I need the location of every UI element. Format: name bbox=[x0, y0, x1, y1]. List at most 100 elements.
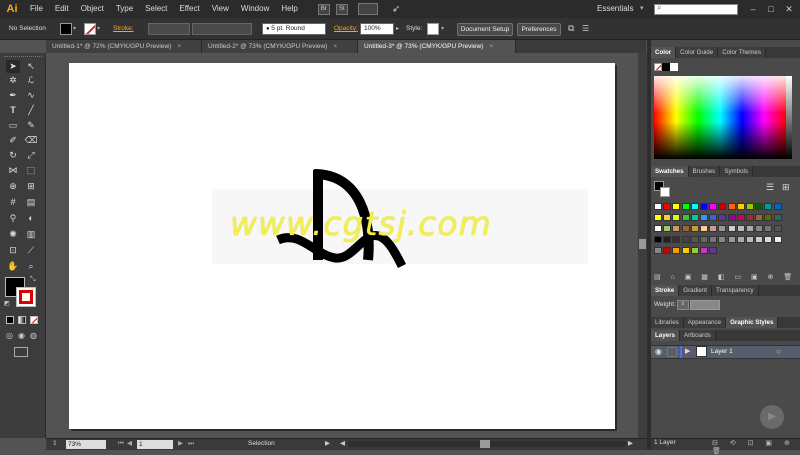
thumbnail-view-icon[interactable]: ⊞ bbox=[782, 182, 790, 193]
workspace-dropdown-icon[interactable]: ▾ bbox=[640, 0, 644, 18]
preferences-button[interactable]: Preferences bbox=[517, 23, 561, 36]
menu-file[interactable]: File bbox=[24, 0, 49, 18]
arrange-documents-icon[interactable] bbox=[357, 3, 378, 15]
tab-artboards[interactable]: Artboards bbox=[679, 330, 716, 341]
swatch-panel-footer-icons[interactable]: ▤ ⌂ ▣ ▦ ◧ ▭ ▣ ⊕ 🗑 bbox=[654, 273, 796, 281]
color-swatch[interactable] bbox=[690, 247, 699, 254]
color-swatch[interactable] bbox=[773, 225, 782, 232]
color-swatch[interactable] bbox=[773, 236, 782, 243]
play-overlay-icon[interactable]: ▶ bbox=[760, 405, 784, 429]
list-view-icon[interactable]: ☰ bbox=[766, 182, 774, 193]
tab-color-guide[interactable]: Color Guide bbox=[676, 47, 719, 58]
lasso-icon[interactable]: ℒ bbox=[24, 74, 38, 87]
selection-tool-icon[interactable]: ➤ bbox=[6, 60, 20, 73]
menu-object[interactable]: Object bbox=[75, 0, 110, 18]
color-swatch[interactable] bbox=[746, 225, 754, 232]
gradient-tool-icon[interactable]: ▤ bbox=[24, 196, 38, 209]
color-swatch[interactable] bbox=[709, 203, 718, 210]
color-swatch[interactable] bbox=[755, 225, 764, 232]
scale-tool-icon[interactable]: ⤢ bbox=[24, 149, 38, 162]
color-swatch[interactable] bbox=[764, 236, 773, 243]
target-circle-icon[interactable]: ○ bbox=[776, 347, 781, 356]
layers-footer-icons[interactable]: ⊟ ⟲ ⊡ ▣ ⊕ 🗑 bbox=[712, 439, 800, 455]
close-icon[interactable]: × bbox=[333, 40, 337, 53]
tab-stroke[interactable]: Stroke bbox=[651, 285, 680, 296]
color-swatch[interactable] bbox=[709, 247, 718, 254]
color-black-swatch[interactable] bbox=[662, 63, 670, 71]
menu-type[interactable]: Type bbox=[110, 0, 139, 18]
tab-swatches[interactable]: Swatches bbox=[651, 166, 689, 177]
symbol-sprayer-icon[interactable]: ✺ bbox=[6, 228, 20, 241]
menu-view[interactable]: View bbox=[206, 0, 235, 18]
color-swatch[interactable] bbox=[690, 214, 699, 221]
color-swatch[interactable] bbox=[773, 203, 782, 210]
direct-selection-icon[interactable]: ↖ bbox=[24, 60, 38, 73]
close-icon[interactable]: × bbox=[177, 40, 181, 53]
color-swatch[interactable] bbox=[727, 225, 736, 232]
tab-layers[interactable]: Layers bbox=[651, 330, 680, 341]
menu-help[interactable]: Help bbox=[275, 0, 303, 18]
toolbar-grip[interactable] bbox=[4, 56, 42, 59]
width-tool-icon[interactable]: ⋈ bbox=[6, 164, 20, 177]
tab-untitled-1[interactable]: Untitled-1* @ 72% (CMYK/GPU Preview) × bbox=[46, 40, 202, 53]
tab-appearance[interactable]: Appearance bbox=[683, 317, 727, 328]
opacity-arrow-icon[interactable]: ▸ bbox=[396, 25, 399, 32]
color-swatch[interactable] bbox=[709, 236, 718, 243]
color-swatch[interactable] bbox=[663, 247, 672, 254]
color-swatch[interactable] bbox=[690, 225, 699, 232]
type-tool-icon[interactable]: T bbox=[6, 104, 20, 117]
tab-color-themes[interactable]: Color Themes bbox=[718, 47, 766, 58]
horizontal-scroll-thumb[interactable] bbox=[480, 440, 490, 448]
draw-normal-icon[interactable]: ◎ bbox=[6, 331, 13, 340]
color-swatch[interactable] bbox=[746, 214, 754, 221]
gradient-mode-icon[interactable] bbox=[18, 316, 26, 324]
color-swatch[interactable] bbox=[672, 247, 681, 254]
color-swatch[interactable] bbox=[746, 236, 754, 243]
menu-edit[interactable]: Edit bbox=[49, 0, 75, 18]
color-swatch[interactable] bbox=[736, 236, 745, 243]
color-swatch[interactable] bbox=[764, 203, 773, 210]
last-artboard-icon[interactable]: ⏭ bbox=[188, 439, 194, 449]
color-swatch[interactable] bbox=[727, 214, 736, 221]
opacity-label[interactable]: Opacity: bbox=[334, 25, 358, 32]
color-swatch[interactable] bbox=[700, 214, 708, 221]
next-artboard-icon[interactable]: ▶ bbox=[178, 439, 183, 449]
share-icon[interactable]: ⇪ bbox=[52, 439, 57, 449]
stroke-weight-field[interactable] bbox=[148, 23, 190, 35]
color-swatch[interactable] bbox=[709, 214, 718, 221]
eyedropper-icon[interactable]: ⚲ bbox=[6, 212, 20, 225]
color-swatch[interactable] bbox=[755, 236, 764, 243]
color-mode-icon[interactable] bbox=[6, 316, 14, 324]
none-mode-icon[interactable] bbox=[30, 316, 38, 324]
color-swatch[interactable] bbox=[654, 247, 662, 254]
tab-untitled-2[interactable]: Untitled-2* @ 73% (CMYK/GPU Preview) × bbox=[202, 40, 358, 53]
gpu-rocket-icon[interactable]: ➶ bbox=[392, 4, 400, 15]
weight-stepper[interactable]: ⇕ bbox=[677, 300, 689, 310]
eraser-icon[interactable]: ⌫ bbox=[24, 134, 38, 147]
menu-effect[interactable]: Effect bbox=[173, 0, 205, 18]
color-swatch[interactable] bbox=[681, 214, 690, 221]
shape-builder-icon[interactable]: ⊕ bbox=[6, 180, 20, 193]
tab-gradient[interactable]: Gradient bbox=[679, 285, 712, 296]
color-swatch[interactable] bbox=[690, 203, 699, 210]
layer-name[interactable]: Layer 1 bbox=[711, 348, 733, 355]
free-transform-icon[interactable]: ⬚ bbox=[24, 164, 38, 177]
color-swatch[interactable] bbox=[764, 214, 773, 221]
close-icon[interactable]: ✕ bbox=[782, 2, 796, 16]
minimize-icon[interactable]: – bbox=[746, 2, 760, 16]
color-swatch[interactable] bbox=[773, 214, 782, 221]
search-input[interactable] bbox=[654, 4, 738, 15]
color-swatch[interactable] bbox=[700, 225, 708, 232]
color-swatch[interactable] bbox=[654, 236, 662, 243]
color-swatch[interactable] bbox=[718, 225, 727, 232]
color-none-swatch[interactable] bbox=[654, 63, 662, 71]
stroke-swatch[interactable] bbox=[84, 23, 96, 35]
color-swatch[interactable] bbox=[727, 203, 736, 210]
default-colors-icon[interactable]: ◩ bbox=[4, 300, 10, 307]
color-swatch[interactable] bbox=[764, 225, 773, 232]
document-setup-button[interactable]: Document Setup bbox=[457, 23, 513, 36]
draw-behind-icon[interactable]: ◉ bbox=[18, 331, 25, 340]
color-swatch[interactable] bbox=[681, 203, 690, 210]
stock-button[interactable]: St bbox=[335, 3, 348, 15]
color-swatch[interactable] bbox=[672, 225, 681, 232]
